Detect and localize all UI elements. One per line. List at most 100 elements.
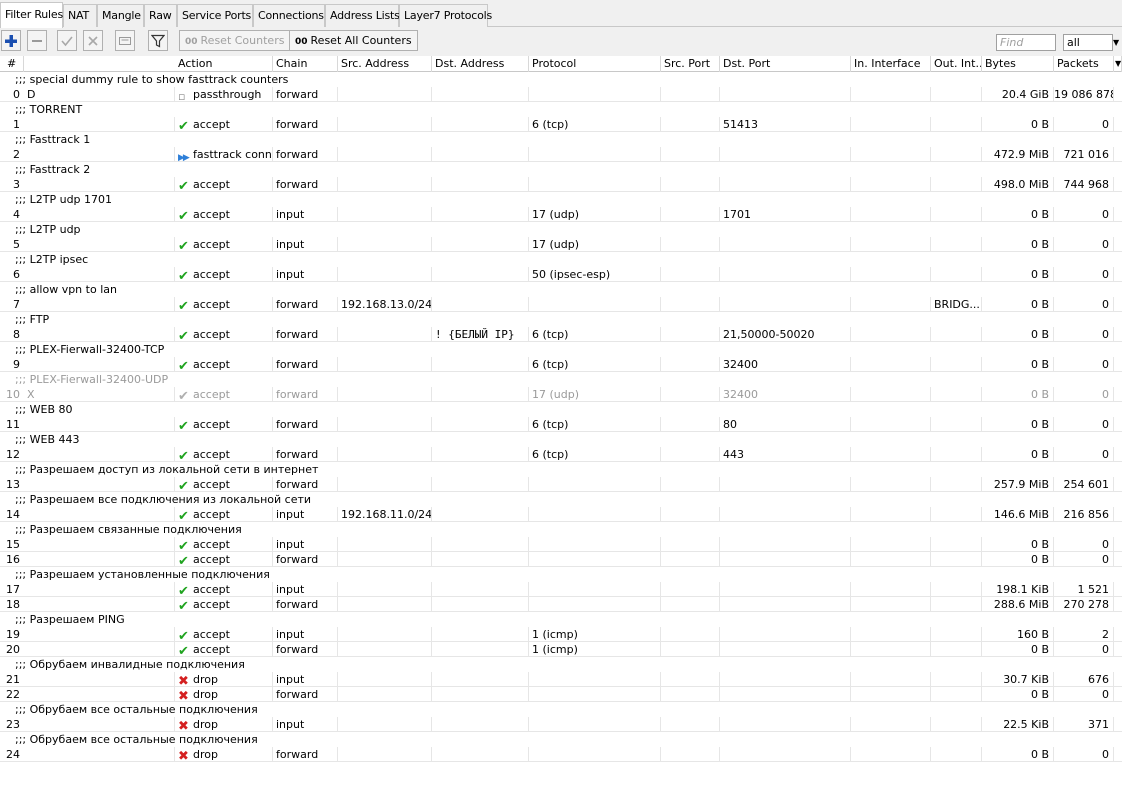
table-row[interactable]: 11 ✔ accept forward 6 (tcp) 80 0 B0 [0, 417, 1122, 432]
tab-connections[interactable]: Connections [253, 4, 325, 27]
rule-comment[interactable]: ;;; Разрешаем все подключения из локальн… [0, 492, 1122, 507]
rule-src [338, 387, 432, 402]
rule-number: 13 [6, 478, 20, 491]
reset-counters-button[interactable]: 00 Reset Counters [179, 30, 291, 51]
rule-bytes: 0 B [982, 747, 1054, 762]
table-row[interactable]: 6 ✔ accept input 50 (ipsec-esp) 0 B0 [0, 267, 1122, 282]
rule-src [338, 327, 432, 342]
table-row[interactable]: 5 ✔ accept input 17 (udp) 0 B0 [0, 237, 1122, 252]
table-row[interactable]: 13 ✔ accept forward 257.9 MiB 254 601 [0, 477, 1122, 492]
rule-comment[interactable]: ;;; Fasttrack 1 [0, 132, 1122, 147]
rule-packets: 0 [1054, 417, 1114, 432]
rule-comment[interactable]: ;;; allow vpn to lan [0, 282, 1122, 297]
table-row[interactable]: 17 ✔ accept input 198.1 KiB 1 521 [0, 582, 1122, 597]
rule-comment[interactable]: ;;; Обрубаем инвалидные подключения [0, 657, 1122, 672]
tab-raw[interactable]: Raw [144, 4, 177, 27]
reset-all-counters-label: Reset All Counters [310, 34, 412, 47]
header-col-dst-port[interactable]: Dst. Port [720, 56, 851, 72]
header-col-protocol[interactable]: Protocol [529, 56, 661, 72]
rule-action-label: accept [193, 418, 230, 431]
table-row[interactable]: 10 X ✔ accept forward 17 (udp) 32400 0 B0 [0, 387, 1122, 402]
rule-number: 9 [13, 358, 20, 371]
add-button[interactable] [1, 30, 21, 51]
table-row[interactable]: 2 ▶▶fasttrack conn...forward 472.9 MiB721 … [0, 147, 1122, 162]
rule-comment[interactable]: ;;; Разрешаем установленные подключения [0, 567, 1122, 582]
header-col-chain[interactable]: Chain [273, 56, 338, 72]
table-row[interactable]: 18 ✔ accept forward 288.6 MiB 270 278 [0, 597, 1122, 612]
rule-sport [661, 627, 720, 642]
drop-icon: ✖ [178, 719, 189, 732]
rule-comment[interactable]: ;;; Разрешаем связанные подключения [0, 522, 1122, 537]
filter-select[interactable]: all [1063, 34, 1113, 51]
tab-address-lists[interactable]: Address Lists [325, 4, 400, 27]
table-row[interactable]: 0 D ▫ passthrough forward 20.4 GiB 19 086 878 [0, 87, 1122, 102]
rule-comment[interactable]: ;;; Разрешаем доступ из локальной сети в… [0, 462, 1122, 477]
reset-all-counters-button[interactable]: 00 Reset All Counters [289, 30, 418, 51]
rule-src [338, 582, 432, 597]
filter-button[interactable] [148, 30, 168, 51]
table-row[interactable]: 9 ✔ accept forward 6 (tcp) 32400 0 B0 [0, 357, 1122, 372]
find-input[interactable] [996, 34, 1056, 51]
check-icon: ✔ [178, 209, 189, 222]
rule-dst [432, 417, 529, 432]
rule-inif [851, 672, 931, 687]
table-row[interactable]: 8 ✔ accept forward ! {БЕЛЫЙ IP} 6 (tcp) 21,500… [0, 327, 1122, 342]
rule-flag [24, 417, 175, 432]
rule-comment[interactable]: ;;; WEB 80 [0, 402, 1122, 417]
rule-dst [432, 267, 529, 282]
header-col-packets[interactable]: Packets [1054, 56, 1114, 72]
tab-filter-rules[interactable]: Filter Rules [0, 2, 63, 28]
rule-dport [720, 537, 851, 552]
header-col-number[interactable]: # [0, 56, 24, 72]
header-col-action[interactable]: Action [175, 56, 273, 72]
rule-comment[interactable]: ;;; L2TP ipsec [0, 252, 1122, 267]
table-row[interactable]: 19 ✔ accept input 1 (icmp) 160 B2 [0, 627, 1122, 642]
table-row[interactable]: 1 ✔ accept forward 6 (tcp) 51413 0 B0 [0, 117, 1122, 132]
columns-menu-icon[interactable]: ▼ [1114, 56, 1122, 72]
rule-comment[interactable]: ;;; Обрубаем все остальные подключения [0, 732, 1122, 747]
table-row[interactable]: 16 ✔ accept forward 0 B0 [0, 552, 1122, 567]
table-row[interactable]: 22 ✖ drop forward 0 B0 [0, 687, 1122, 702]
rule-comment[interactable]: ;;; Fasttrack 2 [0, 162, 1122, 177]
chevron-down-icon[interactable]: ▼ [1113, 34, 1122, 51]
rule-comment[interactable]: ;;; Обрубаем все остальные подключения [0, 702, 1122, 717]
comment-button[interactable] [115, 30, 135, 51]
header-col-src-port[interactable]: Src. Port [661, 56, 720, 72]
rule-proto: 6 (tcp) [529, 357, 661, 372]
rule-comment[interactable]: ;;; FTP [0, 312, 1122, 327]
table-row[interactable]: 7 ✔ accept forward 192.168.13.0/24 BRIDG... 0 … [0, 297, 1122, 312]
rule-comment[interactable]: ;;; special dummy rule to show fasttrack… [0, 72, 1122, 87]
rule-comment[interactable]: ;;; PLEX-Fierwall-32400-UDP [0, 372, 1122, 387]
enable-button[interactable] [57, 30, 77, 51]
header-col-in-interface[interactable]: In. Interface [851, 56, 931, 72]
table-row[interactable]: 3 ✔ accept forward 498.0 MiB 744 968 [0, 177, 1122, 192]
rule-comment[interactable]: ;;; L2TP udp [0, 222, 1122, 237]
remove-button[interactable] [27, 30, 47, 51]
tab-mangle[interactable]: Mangle [97, 4, 144, 27]
rule-inif [851, 387, 931, 402]
header-col-src-address[interactable]: Src. Address [338, 56, 432, 72]
rule-comment[interactable]: ;;; WEB 443 [0, 432, 1122, 447]
table-row[interactable]: 15 ✔ accept input 0 B0 [0, 537, 1122, 552]
rule-src [338, 747, 432, 762]
header-col-out-interface[interactable]: Out. Int... [931, 56, 982, 72]
header-col-dst-address[interactable]: Dst. Address [432, 56, 529, 72]
tab-nat[interactable]: NAT [63, 4, 97, 27]
tab-service-ports[interactable]: Service Ports [177, 4, 253, 27]
tab-layer7-protocols[interactable]: Layer7 Protocols [399, 4, 492, 27]
table-row[interactable]: 21 ✖ drop input 30.7 KiB 676 [0, 672, 1122, 687]
table-row[interactable]: 20 ✔ accept forward 1 (icmp) 0 B0 [0, 642, 1122, 657]
rule-comment[interactable]: ;;; Разрешаем PING [0, 612, 1122, 627]
table-row[interactable]: 23 ✖ drop input 22.5 KiB 371 [0, 717, 1122, 732]
table-row[interactable]: 12 ✔ accept forward 6 (tcp) 443 0 B0 [0, 447, 1122, 462]
rule-comment[interactable]: ;;; L2TP udp 1701 [0, 192, 1122, 207]
table-row[interactable]: 24 ✖ drop forward 0 B0 [0, 747, 1122, 762]
header-col-bytes[interactable]: Bytes [982, 56, 1054, 72]
table-row[interactable]: 4 ✔ accept input 17 (udp) 1701 0 B0 [0, 207, 1122, 222]
rule-comment[interactable]: ;;; TORRENT [0, 102, 1122, 117]
table-row[interactable]: 14 ✔ accept input 192.168.11.0/24 146.6 MiB 21… [0, 507, 1122, 522]
rule-action: ✔ accept [175, 387, 273, 402]
disable-button[interactable] [83, 30, 103, 51]
rule-src [338, 552, 432, 567]
rule-comment[interactable]: ;;; PLEX-Fierwall-32400-TCP [0, 342, 1122, 357]
